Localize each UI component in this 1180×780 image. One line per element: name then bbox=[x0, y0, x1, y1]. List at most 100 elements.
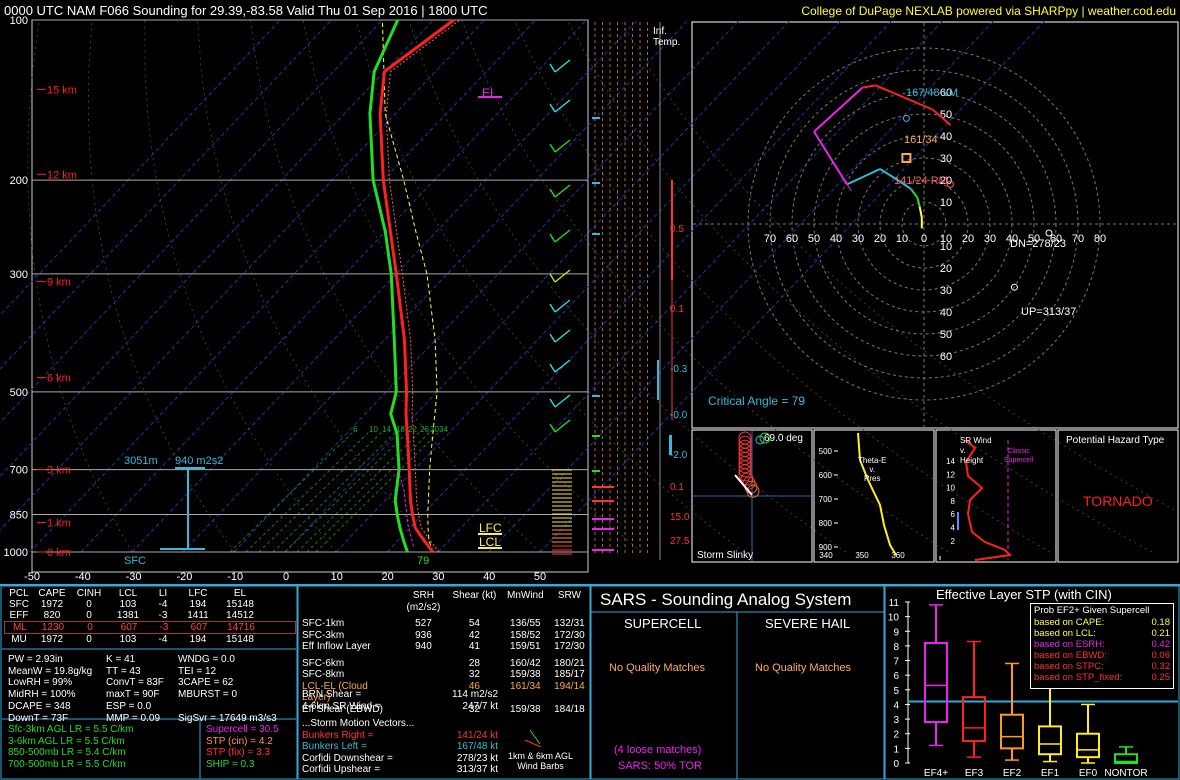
omega-value: 0.1 bbox=[670, 482, 684, 493]
prob-row: based on LCL: 0.21 bbox=[1031, 628, 1173, 639]
hodo-x-tick: 20 bbox=[874, 233, 886, 245]
barbs-label: 1km & 6km AGL Wind Barbs bbox=[508, 751, 574, 771]
parcel-cell: 14716 bbox=[227, 622, 255, 633]
kinematic-cell: SFC-3km bbox=[302, 629, 345, 641]
parcel-row[interactable]: EFF 820 0 1381 -3 1411 14512 bbox=[4, 610, 296, 621]
prob-value: 0.06 bbox=[1151, 650, 1171, 661]
mixing-ratio-line bbox=[296, 429, 423, 553]
hodo-y-tick: 40 bbox=[940, 307, 952, 319]
omega-value: 15.0 bbox=[670, 512, 690, 523]
srwind-y-tick: 8 bbox=[951, 497, 956, 506]
hodo-x-tick: 10 bbox=[896, 233, 908, 245]
stp-box bbox=[1076, 732, 1100, 759]
lapse-rate: 850-500mb LR = 5.4 C/km bbox=[8, 747, 126, 759]
isotherm bbox=[80, 19, 587, 553]
dry-adiabat bbox=[302, 19, 643, 553]
lapse-rate: 3-6km AGL LR = 5.5 C/km bbox=[8, 735, 125, 747]
mini-barb bbox=[524, 739, 542, 748]
parcel-cell: ML bbox=[13, 622, 27, 633]
dry-adiabat bbox=[197, 19, 439, 553]
omega-bar bbox=[592, 182, 600, 184]
wind-barb bbox=[554, 229, 571, 243]
indices-col3: WNDG = 0.0 TEI = 12 3CAPE = 62 MBURST = 0 S… bbox=[178, 654, 277, 724]
wind-barb bbox=[554, 99, 571, 113]
temp-tick-label: -30 bbox=[126, 571, 142, 583]
parcel-header-cell: LCL bbox=[118, 588, 138, 599]
pressure-tick-label: 300 bbox=[10, 269, 28, 281]
pressure-tick-label: 700 bbox=[10, 465, 28, 477]
srwind-y-tick: 10 bbox=[946, 484, 955, 493]
omega-bar bbox=[671, 180, 673, 280]
dn-label: DN=278/23 bbox=[1010, 238, 1066, 250]
wind-barb-flag bbox=[549, 143, 556, 153]
indices-col2: K = 41 TT = 43 ConvT = 83F maxT = 90F ESP = … bbox=[106, 654, 164, 724]
kinematic-cell: 32 bbox=[468, 669, 480, 680]
index-value: TT = 43 bbox=[106, 665, 141, 677]
prob-label: based on CAPE: bbox=[1034, 617, 1105, 628]
isotherm bbox=[29, 19, 536, 553]
wind-barb bbox=[554, 269, 571, 283]
storm-motion-row: Corfidi Upshear = 313/37 kt bbox=[302, 764, 498, 776]
parcel-row[interactable]: ML 1230 0 607 -3 607 14716 bbox=[4, 621, 296, 634]
parcel-row[interactable]: MU 1972 0 103 -4 194 15148 bbox=[4, 634, 296, 645]
kinematic-header: SRH (m2/s2) Shear (kt) MnWind SRW bbox=[302, 590, 588, 613]
stp-y-tick: 3 bbox=[893, 715, 899, 726]
prob-list: based on CAPE: 0.18 based on LCL: 0.21 based… bbox=[1031, 617, 1173, 683]
skewt-plot: 6 10 14 18 22 26 30 34100200300500700850100015 … bbox=[0, 15, 1180, 583]
isotherm bbox=[131, 19, 638, 553]
theta-y-tick: 500 bbox=[819, 447, 833, 456]
hazard-title: Potential Hazard Type bbox=[1066, 435, 1165, 446]
severe-param: SHIP = 0.3 bbox=[206, 759, 255, 771]
index-value: MMP = 0.09 bbox=[106, 712, 161, 724]
parcel-cell: 0 bbox=[86, 634, 92, 645]
esrh-label: 940 m2s2 bbox=[175, 455, 224, 467]
wind-barb-flag bbox=[549, 363, 556, 373]
kinematic-cell: SFC-8km bbox=[302, 669, 345, 680]
storm-motion-value: 313/37 kt bbox=[456, 764, 498, 775]
omega-value: -2.0 bbox=[670, 450, 688, 461]
kinematic-cell: 184/18 bbox=[554, 703, 585, 715]
brn-value: 114 m2/s2 bbox=[452, 689, 498, 700]
stp-y-tick: 10 bbox=[888, 613, 900, 624]
parcel-row[interactable]: SFC 1972 0 103 -4 194 15148 bbox=[4, 599, 296, 610]
kinematic-row: SFC-3km 936 42 158/52 172/30 bbox=[302, 630, 588, 642]
temp-tick-label: -10 bbox=[227, 571, 243, 583]
kinematic-cell: 136/55 bbox=[510, 618, 541, 629]
omega-bar bbox=[657, 360, 659, 400]
temp-tick-label: 0 bbox=[283, 571, 289, 583]
mixing-ratio-line bbox=[306, 429, 433, 553]
sfc-temp-label: 79 bbox=[417, 555, 430, 567]
temp-tick-label: 30 bbox=[432, 571, 444, 583]
index-value: maxT = 90F bbox=[106, 689, 160, 701]
omega-bar bbox=[669, 435, 672, 455]
storm-motion-label: Corfidi Upshear = bbox=[302, 764, 381, 775]
omega-bar bbox=[592, 500, 614, 502]
dry-adiabat bbox=[355, 19, 745, 553]
kinematic-cell: 161/34 bbox=[510, 680, 541, 692]
wind-barb bbox=[554, 139, 571, 153]
storm-motion-label: Corfidi Downshear = bbox=[302, 752, 393, 764]
theta-x-tick: 350 bbox=[855, 551, 869, 560]
parcel-cell: 607 bbox=[190, 622, 208, 633]
theta-e-line bbox=[857, 432, 897, 556]
parcel-cell: 103 bbox=[119, 599, 137, 610]
parcel-cell: 15148 bbox=[226, 634, 254, 645]
height-tick-label: 3 km bbox=[47, 465, 71, 477]
hodo-shear-vector bbox=[813, 131, 852, 192]
kinematic-cell bbox=[302, 590, 398, 613]
parcel-cell: 0 bbox=[87, 622, 93, 633]
wind-barb-flag bbox=[549, 63, 556, 73]
index-value: MBURST = 0 bbox=[178, 689, 237, 701]
index-value: ESP = 0.0 bbox=[106, 700, 152, 712]
height-tick-label: 9 km bbox=[47, 276, 71, 288]
hodo-x-tick: 70 bbox=[1072, 233, 1084, 245]
index-value: MidRH = 100% bbox=[8, 689, 76, 701]
parcel-cell: 194 bbox=[189, 634, 207, 645]
parcel-header-cell: LI bbox=[158, 588, 168, 599]
wind-barb-flag bbox=[549, 333, 556, 343]
isotherm bbox=[284, 19, 791, 553]
mixing-ratio-line bbox=[245, 429, 372, 553]
wind-barb bbox=[554, 329, 571, 343]
index-value: SigSvr = 17649 m3/s3 bbox=[178, 712, 277, 724]
severe-params: Supercell = 30.5 STP (cin) = 4.2 STP (fix)… bbox=[206, 724, 279, 771]
